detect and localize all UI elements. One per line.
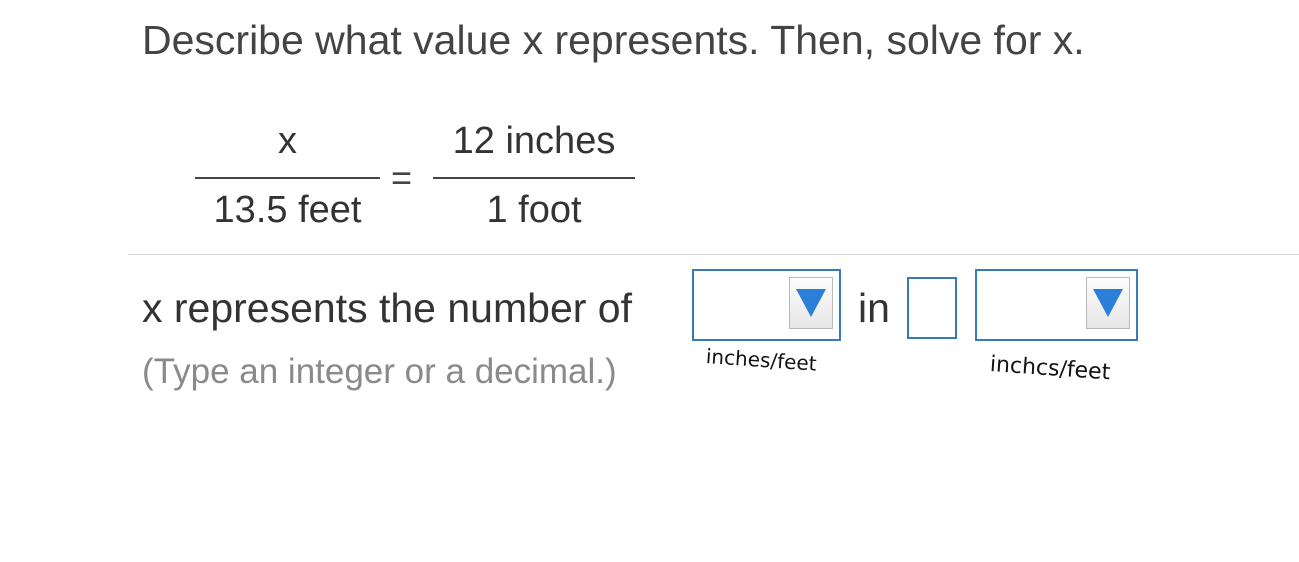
question-instruction: Describe what value x represents. Then, …: [142, 17, 1085, 63]
answer-sentence-prefix: x represents the number of: [142, 285, 632, 331]
handwritten-note-1: inches/feet: [705, 344, 818, 376]
answer-format-hint: (Type an integer or a decimal.): [142, 352, 617, 391]
equation: x 13.5 feet = 12 inches 1 foot: [195, 118, 640, 238]
unit-dropdown-1[interactable]: [692, 269, 841, 341]
triangle-down-icon: [796, 289, 826, 317]
value-input[interactable]: [907, 277, 957, 339]
handwritten-note-2: inchcs/feet: [989, 352, 1112, 386]
left-fraction-bar: [195, 177, 380, 179]
dropdown-2-toggle-button[interactable]: [1086, 277, 1130, 329]
dropdown-1-toggle-button[interactable]: [789, 277, 833, 329]
right-fraction-bar: [433, 177, 635, 179]
unit-dropdown-2[interactable]: [975, 269, 1138, 341]
in-label: in: [858, 285, 890, 331]
left-numerator: x: [278, 120, 297, 162]
triangle-down-icon: [1093, 289, 1123, 317]
section-divider: [128, 254, 1299, 255]
right-denominator: 1 foot: [486, 189, 582, 231]
equals-sign: =: [391, 157, 413, 198]
left-denominator: 13.5 feet: [213, 189, 362, 231]
right-numerator: 12 inches: [452, 120, 616, 162]
